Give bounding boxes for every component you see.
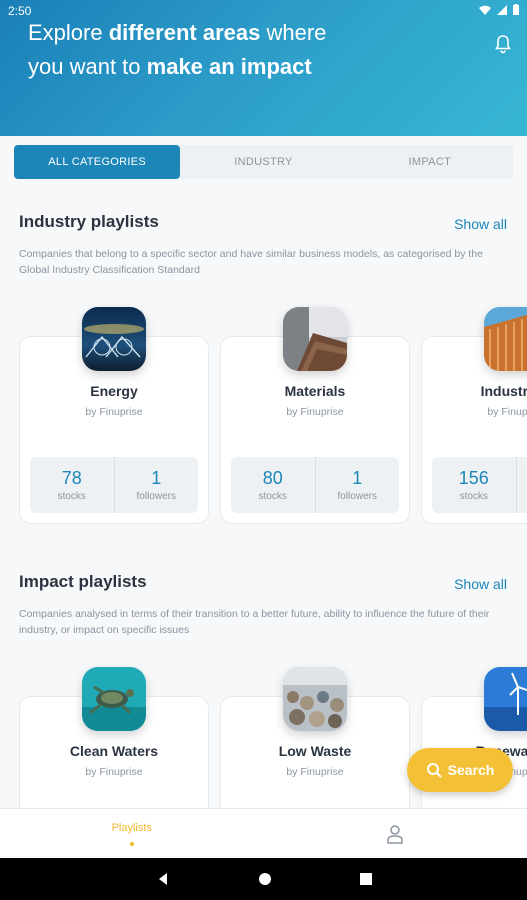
card-author: by Finuprise	[85, 766, 143, 778]
nav-item-profile[interactable]	[264, 809, 527, 858]
search-button[interactable]: Search	[407, 748, 513, 792]
stocks-stat: 156 stocks	[432, 457, 516, 513]
playlist-card-clean-waters[interactable]: Clean Waters by Finuprise	[19, 667, 209, 808]
signal-icon	[497, 4, 507, 15]
playlist-card-energy[interactable]: Energy by Finuprise 78 stocks 1 follower…	[19, 307, 209, 524]
playlist-card-industrials[interactable]: Industrials by Finuprise 156 stocks 1 fo…	[421, 307, 527, 524]
card-stats: 80 stocks 1 followers	[231, 457, 399, 513]
battery-icon	[513, 4, 519, 15]
stocks-label: stocks	[459, 491, 488, 502]
followers-stat: 1 followers	[314, 457, 400, 513]
stocks-label: stocks	[57, 491, 86, 502]
card-stats: 156 stocks 1 followers	[432, 457, 527, 513]
industry-cards-row: Energy by Finuprise 78 stocks 1 follower…	[19, 307, 527, 576]
tab-industry[interactable]: INDUSTRY	[180, 145, 346, 179]
renewables-image	[484, 667, 527, 731]
followers-count: 1	[151, 468, 162, 488]
nav-item-playlists[interactable]: Playlists	[0, 809, 264, 858]
impact-show-all-link[interactable]: Show all	[454, 576, 507, 592]
profile-icon	[387, 824, 403, 844]
card-title: Industrials	[480, 383, 527, 399]
playlist-card-materials[interactable]: Materials by Finuprise 80 stocks 1 follo…	[220, 307, 410, 524]
recents-icon[interactable]	[359, 873, 372, 885]
card-title: Energy	[90, 383, 138, 399]
followers-label: followers	[136, 491, 176, 502]
status-icons	[479, 4, 519, 15]
low-waste-image	[283, 667, 347, 731]
card-title: Low Waste	[278, 743, 352, 759]
impact-section-description: Companies analysed in terms of their tra…	[19, 608, 490, 636]
industry-show-all-link[interactable]: Show all	[454, 216, 507, 232]
stocks-label: stocks	[258, 491, 287, 502]
stocks-stat: 78 stocks	[30, 457, 114, 513]
search-button-label: Search	[447, 762, 495, 778]
energy-image	[82, 307, 146, 371]
category-tabs: ALL CATEGORIES INDUSTRY IMPACT	[14, 145, 513, 179]
stocks-count: 78	[61, 468, 82, 488]
tab-impact[interactable]: IMPACT	[347, 145, 513, 179]
industry-section-title: Industry playlists	[19, 212, 159, 231]
card-author: by Finuprise	[286, 766, 344, 778]
card-title: Clean Waters	[69, 743, 159, 759]
playlist-card-low-waste[interactable]: Low Waste by Finuprise	[220, 667, 410, 808]
card-author: by Finuprise	[487, 406, 527, 418]
wifi-icon	[479, 5, 491, 15]
followers-stat: 1 followers	[515, 457, 527, 513]
system-nav-bar	[0, 858, 527, 900]
card-title: Materials	[284, 383, 346, 399]
nav-playlists-label: Playlists	[111, 821, 152, 834]
industry-section-description: Companies that belong to a specific sect…	[19, 248, 483, 276]
active-indicator	[129, 841, 134, 846]
materials-image	[283, 307, 347, 371]
card-author: by Finuprise	[286, 406, 344, 418]
stocks-count: 156	[458, 468, 489, 488]
followers-label: followers	[337, 491, 377, 502]
bell-icon[interactable]	[493, 34, 513, 54]
app-header: 2:50 Explore different areas where you w…	[0, 0, 527, 136]
impact-section-title: Impact playlists	[19, 572, 147, 591]
tab-all-categories[interactable]: ALL CATEGORIES	[14, 145, 181, 179]
industrials-image	[484, 307, 527, 371]
stocks-stat: 80 stocks	[231, 457, 315, 513]
card-author: by Finuprise	[85, 406, 143, 418]
card-stats: 78 stocks 1 followers	[30, 457, 198, 513]
back-icon[interactable]	[156, 872, 170, 886]
stocks-count: 80	[262, 468, 283, 488]
home-icon[interactable]	[258, 872, 272, 886]
bottom-nav: Playlists	[0, 808, 527, 858]
hero-title: Explore different areas where you want t…	[28, 20, 327, 79]
followers-count: 1	[352, 468, 363, 488]
search-icon	[426, 763, 442, 778]
followers-stat: 1 followers	[113, 457, 199, 513]
main-content: ALL CATEGORIES INDUSTRY IMPACT Industry …	[0, 136, 527, 808]
clean-waters-image	[82, 667, 146, 731]
